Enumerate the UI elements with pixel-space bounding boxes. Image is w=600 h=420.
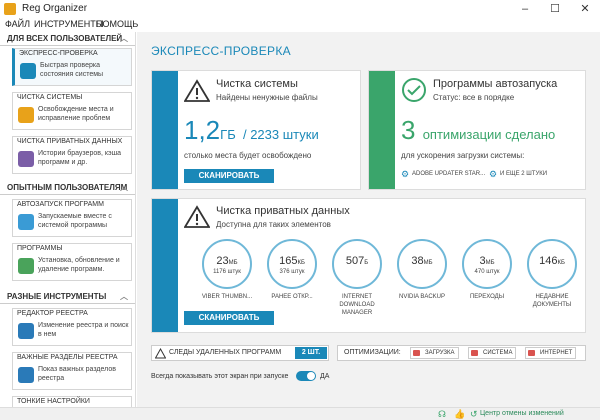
system-clean-card: Чистка системы Найдены ненужные файлы 1,… [151, 70, 361, 190]
menu-bar: ФАЙЛ ИНСТРУМЕНТЫ ПОМОЩЬ [0, 18, 600, 32]
always-show-toggle[interactable] [296, 371, 316, 381]
sidebar: ДЛЯ ВСЕХ ПОЛЬЗОВАТЕЛЕЙ ︿ ЭКСПРЕСС-ПРОВЕРК… [0, 32, 136, 407]
broom-icon [18, 107, 34, 123]
close-button[interactable]: ✕ [570, 0, 600, 18]
sidebar-section-misc-tools[interactable]: РАЗНЫЕ ИНСТРУМЕНТЫ ︿ [0, 290, 135, 304]
privacy-label-nvidia: NVIDIA BACKUP [398, 294, 445, 300]
clean-desc: столько места будет освобождено [184, 151, 312, 160]
warning-icon [184, 79, 210, 102]
menu-tools[interactable]: ИНСТРУМЕНТЫ [34, 19, 104, 29]
scan-system-button[interactable]: СКАНИРОВАТЬ [184, 169, 274, 183]
toggle-state: ДА [320, 373, 330, 380]
startup-link-more[interactable]: И ЕЩЕ 2 ШТУКИ [500, 171, 547, 177]
undo-icon: ↺ [470, 409, 478, 419]
registry-keys-icon [18, 367, 34, 383]
privacy-icon [18, 151, 34, 167]
gear-icon: ⚙ [401, 169, 410, 179]
sidebar-item-autostart[interactable]: АВТОЗАПУСК ПРОГРАММ Запускаемые вместе с… [12, 199, 132, 237]
card-accent-bar [369, 71, 395, 189]
registry-icon [18, 323, 34, 339]
maximize-button[interactable]: ☐ [540, 0, 570, 18]
optimizations-label: ОПТИМИЗАЦИИ: [344, 349, 401, 356]
privacy-label-recent-docs: НЕДАВНИЕ ДОКУМЕНТЫ [532, 294, 572, 308]
sidebar-item-system-clean[interactable]: ЧИСТКА СИСТЕМЫ Освобождение места и испр… [12, 92, 132, 130]
startup-desc: для ускорения загрузки системы: [401, 151, 525, 160]
chevron-up-icon: ︿ [120, 292, 128, 301]
startup-title: Программы автозапуска [433, 78, 558, 90]
traces-panel[interactable]: СЛЕДЫ УДАЛЕННЫХ ПРОГРАММ 2 ШТ. [151, 345, 329, 361]
privacy-label-recent-open: РАНЕЕ ОТКР... [271, 294, 313, 300]
privacy-title: Чистка приватных данных [216, 205, 350, 217]
sidebar-item-programs[interactable]: ПРОГРАММЫ Установка, обновление и удален… [12, 243, 132, 281]
privacy-label-history: ПЕРЕХОДЫ [469, 294, 505, 300]
privacy-circle-viber[interactable]: 23МБ 1176 штук [202, 239, 252, 289]
optimizations-panel: ОПТИМИЗАЦИИ: ЗАГРУЗКА СИСТЕМА ИНТЕРНЕТ [337, 345, 586, 361]
scan-privacy-button[interactable]: СКАНИРОВАТЬ [184, 311, 274, 325]
optim-internet-tag[interactable]: ИНТЕРНЕТ [525, 347, 577, 359]
menu-file[interactable]: ФАЙЛ [5, 19, 30, 29]
thumbs-up-icon[interactable]: 👍 [454, 409, 465, 420]
always-show-label: Всегда показывать этот экран при запуске [151, 373, 289, 380]
privacy-circle-nvidia[interactable]: 38МБ [397, 239, 447, 289]
traces-label: СЛЕДЫ УДАЛЕННЫХ ПРОГРАММ [169, 349, 282, 356]
sidebar-section-advanced[interactable]: ОПЫТНЫМ ПОЛЬЗОВАТЕЛЯМ ︿ [0, 181, 135, 195]
sidebar-section-all-users[interactable]: ДЛЯ ВСЕХ ПОЛЬЗОВАТЕЛЕЙ ︿ [0, 32, 135, 46]
traces-count-badge: 2 ШТ. [295, 347, 327, 359]
clean-sub: Найдены ненужные файлы [216, 93, 318, 102]
privacy-circle-recent-docs[interactable]: 146КБ [527, 239, 577, 289]
card-accent-bar [152, 199, 178, 332]
sidebar-item-registry-editor[interactable]: РЕДАКТОР РЕЕСТРА Изменение реестра и пои… [12, 308, 132, 346]
rocket-icon [18, 214, 34, 230]
card-accent-bar [152, 71, 178, 189]
app-icon [4, 3, 16, 15]
privacy-label-idm: INTERNET DOWNLOAD MANAGER [339, 294, 375, 316]
menu-help[interactable]: ПОМОЩЬ [96, 19, 138, 29]
programs-icon [18, 258, 34, 274]
clean-title: Чистка системы [216, 78, 298, 90]
sidebar-item-important-registry[interactable]: ВАЖНЫЕ РАЗДЕЛЫ РЕЕСТРА Показ важных разд… [12, 352, 132, 390]
undo-center-link[interactable]: Центр отмены изменений [480, 410, 564, 417]
startup-card: Программы автозапуска Статус: все в поря… [368, 70, 586, 190]
privacy-circle-recent-open[interactable]: 165КБ 376 штук [267, 239, 317, 289]
privacy-label-viber: VIBER THUMBN... [201, 294, 253, 300]
sidebar-item-privacy-clean[interactable]: ЧИСТКА ПРИВАТНЫХ ДАННЫХ Истории браузеро… [12, 136, 132, 174]
main-panel: ЭКСПРЕСС-ПРОВЕРКА Чистка системы Найдены… [137, 32, 600, 407]
sidebar-item-tweaks[interactable]: ТОНКИЕ НАСТРОЙКИ [12, 396, 132, 407]
privacy-circle-history[interactable]: 3МБ 470 штук [462, 239, 512, 289]
startup-count: 3 оптимизации сделано [401, 115, 556, 145]
startup-status: Статус: все в порядке [433, 93, 515, 102]
headphones-icon[interactable]: ☊ [438, 409, 446, 420]
optim-boot-tag[interactable]: ЗАГРУЗКА [410, 347, 459, 359]
magnifier-icon [20, 63, 36, 79]
minimize-button[interactable]: – [510, 0, 540, 18]
privacy-card: Чистка приватных данных Доступна для так… [151, 198, 586, 333]
chevron-up-icon: ︿ [120, 183, 128, 192]
sidebar-item-express-check[interactable]: ЭКСПРЕСС-ПРОВЕРКА Быстрая проверка состо… [12, 48, 132, 86]
check-circle-icon [402, 78, 426, 102]
status-bar: ☊ 👍 ↺ Центр отмены изменений [0, 407, 600, 420]
title-bar: Reg Organizer – ☐ ✕ [0, 0, 600, 18]
optim-system-tag[interactable]: СИСТЕМА [468, 347, 517, 359]
toggle-knob [307, 372, 315, 380]
chevron-up-icon: ︿ [120, 34, 128, 43]
gear-icon: ⚙ [489, 169, 498, 179]
startup-link-adobe[interactable]: ADOBE UPDATER STAR... [412, 171, 485, 177]
warning-icon [184, 205, 210, 228]
window-title: Reg Organizer [22, 3, 88, 14]
privacy-sub: Доступна для таких элементов [216, 220, 331, 229]
warning-icon [155, 348, 166, 359]
privacy-circle-idm[interactable]: 507Б [332, 239, 382, 289]
page-title: ЭКСПРЕСС-ПРОВЕРКА [151, 44, 291, 58]
clean-size: 1,2ГБ / 2233 штуки [184, 115, 319, 145]
